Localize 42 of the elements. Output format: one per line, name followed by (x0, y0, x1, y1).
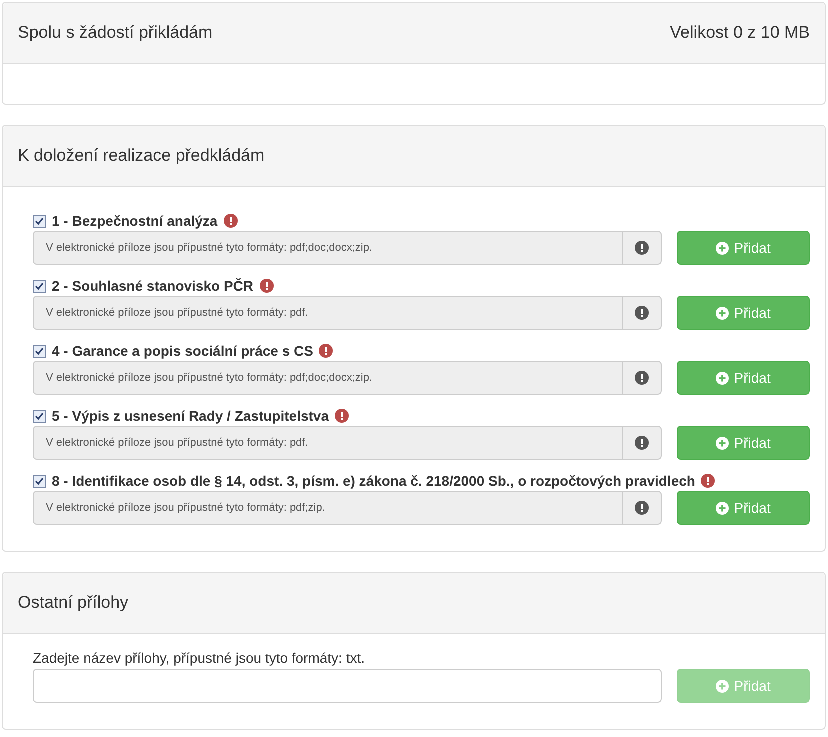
info-icon (635, 436, 650, 450)
file-field[interactable]: V elektronické příloze jsou přípustné tyto formáty: pdf. (33, 426, 662, 460)
field-label: Zadejte název přílohy, přípustné jsou tyto formáty: txt. (33, 650, 366, 666)
plus-icon (716, 242, 730, 254)
file-field[interactable]: V elektronické příloze jsou přípustné tyto formáty: pdf;doc;docx;zip. (33, 361, 662, 395)
add-button[interactable]: Přidat (677, 231, 810, 265)
document-label: 8 - Identifikace osob dle § 14, odst. 3, písm. e) zákona č. 218/2000 Sb., o rozpočtových pravidlech (52, 473, 696, 489)
warning-icon (701, 474, 716, 488)
document-label: 2 - Souhlasné stanovisko PČR (52, 278, 254, 294)
add-button[interactable]: Přidat (677, 426, 810, 460)
plus-icon (716, 680, 730, 692)
checkbox[interactable] (33, 214, 46, 228)
checkbox[interactable] (33, 344, 46, 358)
plus-icon (716, 502, 730, 514)
panel-title: K doložení realizace předkládám (18, 146, 265, 166)
document-label: 1 - Bezpečnostní analýza (52, 213, 218, 229)
checkbox[interactable] (33, 280, 46, 292)
add-button[interactable]: Přidat (677, 491, 810, 525)
panel-title: Ostatní přílohy (18, 593, 129, 613)
info-icon (635, 306, 650, 320)
file-field[interactable]: V elektronické příloze jsou přípustné tyto formáty: pdf;doc;docx;zip. (33, 231, 662, 265)
info-icon (635, 501, 650, 515)
document-label: 4 - Garance a popis sociální práce s CS (52, 343, 314, 359)
file-field[interactable]: V elektronické příloze jsou přípustné tyto formáty: pdf. (33, 296, 662, 330)
info-icon (635, 241, 650, 255)
warning-icon (319, 344, 334, 358)
warning-icon (260, 279, 274, 293)
plus-icon (716, 372, 730, 384)
size-label: Velikost 0 z 10 MB (670, 23, 810, 43)
attachment-name-field[interactable] (33, 669, 662, 703)
warning-icon (334, 409, 349, 423)
warning-icon (224, 214, 238, 228)
add-button[interactable]: Přidat (677, 296, 810, 330)
add-button[interactable]: Přidat (677, 361, 810, 395)
file-field[interactable]: V elektronické příloze jsou přípustné tyto formáty: pdf;zip. (33, 491, 662, 525)
document-label: 5 - Výpis z usnesení Rady / Zastupitelstva (52, 408, 329, 424)
checkbox[interactable] (33, 410, 46, 422)
plus-icon (716, 436, 730, 450)
panel-title: Spolu s žádostí přikládám (18, 23, 213, 43)
checkbox[interactable] (33, 474, 46, 488)
info-icon (635, 371, 650, 385)
plus-icon (716, 306, 730, 320)
